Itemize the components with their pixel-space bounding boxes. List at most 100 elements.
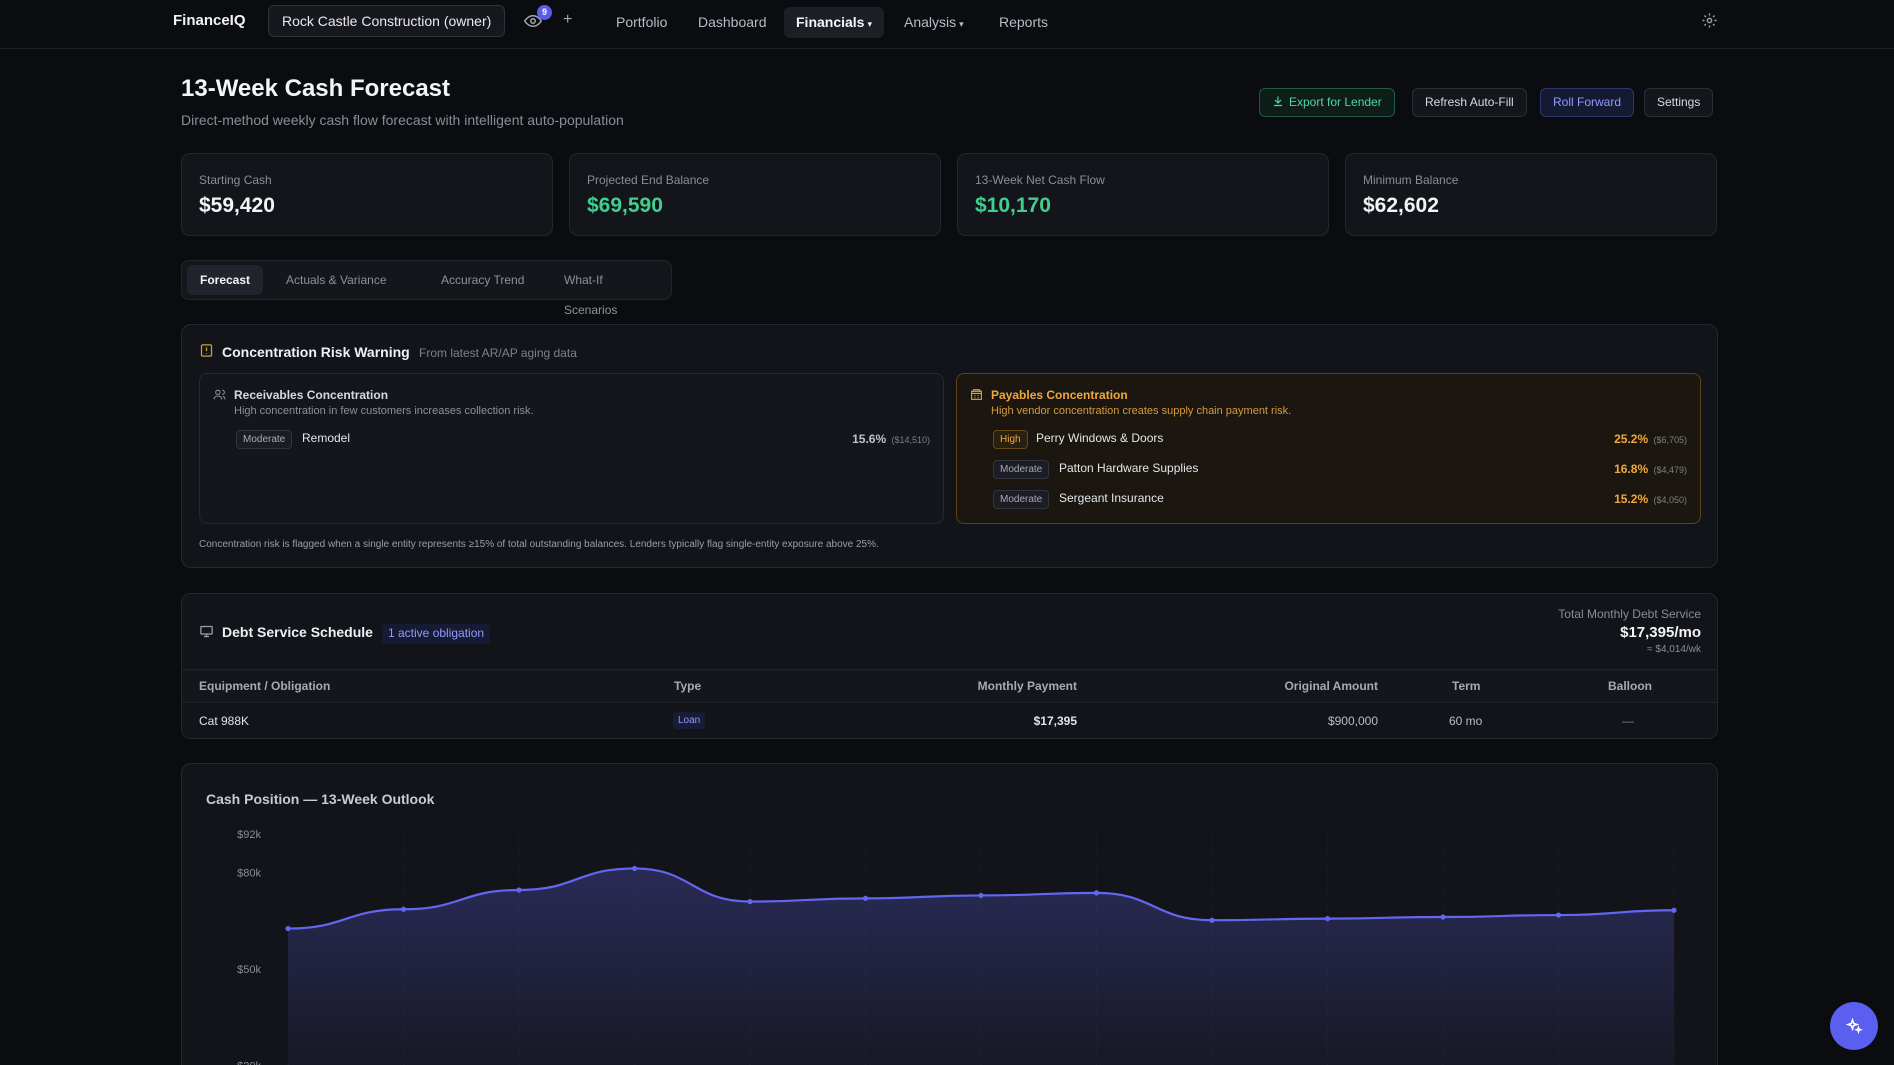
- receivables-title: Receivables Concentration: [234, 388, 388, 402]
- payables-title: Payables Concentration: [991, 388, 1128, 402]
- page-subtitle: Direct-method weekly cash flow forecast …: [181, 112, 624, 128]
- col-equipment: Equipment / Obligation: [199, 679, 330, 693]
- total-debt-weekly: ≈ $4,014/wk: [1647, 644, 1701, 655]
- list-item: High Perry Windows & Doors 25.2% ($6,705…: [993, 430, 1687, 450]
- list-item: Moderate Sergeant Insurance 15.2% ($4,05…: [993, 490, 1687, 510]
- building-icon: [970, 388, 983, 401]
- risk-badge: Moderate: [236, 430, 292, 449]
- nav-financials-label: Financials: [796, 14, 864, 30]
- risk-badge: High: [993, 430, 1028, 449]
- data-point: [1094, 890, 1099, 895]
- cell-equipment: Cat 988K: [199, 714, 249, 728]
- cell-monthly-payment: $17,395: [1034, 714, 1077, 728]
- risk-title: Concentration Risk Warning: [222, 344, 410, 360]
- card-label: 13-Week Net Cash Flow: [975, 173, 1105, 187]
- cell-balloon: —: [1622, 714, 1634, 728]
- data-point: [747, 899, 752, 904]
- tab-actuals-variance[interactable]: Actuals & Variance: [273, 265, 400, 295]
- type-badge: Loan: [673, 712, 705, 729]
- summary-card-net-cash-flow: 13-Week Net Cash Flow $10,170: [957, 153, 1329, 236]
- concentration-risk-panel: Concentration Risk Warning From latest A…: [181, 324, 1718, 568]
- debt-table-header: Equipment / Obligation Type Monthly Paym…: [182, 669, 1717, 703]
- data-point: [1209, 918, 1214, 923]
- debt-title: Debt Service Schedule: [222, 624, 373, 640]
- payables-concentration: Payables Concentration High vendor conce…: [956, 373, 1701, 524]
- brand-logo[interactable]: FinanceIQ: [173, 12, 246, 29]
- entity-share: 15.2% ($4,050): [1614, 492, 1687, 506]
- card-label: Minimum Balance: [1363, 173, 1458, 187]
- forecast-tabs: Forecast Actuals & Variance Accuracy Tre…: [181, 260, 672, 300]
- receivables-concentration: Receivables Concentration High concentra…: [199, 373, 944, 524]
- entity-share: 15.6% ($14,510): [852, 432, 930, 446]
- ai-assistant-button[interactable]: [1830, 1002, 1878, 1050]
- page-title: 13-Week Cash Forecast: [181, 75, 450, 103]
- warning-shield-icon: [199, 343, 214, 358]
- tab-what-if-scenarios[interactable]: What-If Scenarios: [551, 265, 671, 295]
- watch-count-badge: 9: [537, 5, 552, 20]
- data-point: [863, 896, 868, 901]
- nav-analysis[interactable]: Analysis▾: [892, 7, 976, 38]
- total-debt-label: Total Monthly Debt Service: [1558, 607, 1701, 621]
- refresh-auto-fill-button[interactable]: Refresh Auto-Fill: [1412, 88, 1527, 117]
- sparkles-icon: [1845, 1017, 1863, 1035]
- cash-position-chart: $92k$80k$50k$20k: [182, 764, 1719, 1065]
- data-point: [285, 926, 290, 931]
- top-nav: FinanceIQ Rock Castle Construction (owne…: [0, 0, 1894, 49]
- entity-pct: 15.2%: [1614, 492, 1648, 506]
- export-for-lender-button[interactable]: Export for Lender: [1259, 88, 1395, 117]
- summary-card-starting-cash: Starting Cash $59,420: [181, 153, 553, 236]
- card-value: $59,420: [199, 194, 275, 218]
- company-selector[interactable]: Rock Castle Construction (owner): [268, 5, 505, 37]
- nav-dashboard[interactable]: Dashboard: [686, 7, 779, 38]
- data-point: [1671, 908, 1676, 913]
- card-value: $69,590: [587, 194, 663, 218]
- data-point: [516, 887, 521, 892]
- download-icon: [1272, 95, 1284, 107]
- entity-pct: 15.6%: [852, 432, 886, 446]
- entity-name: Patton Hardware Supplies: [1059, 461, 1198, 475]
- roll-forward-button[interactable]: Roll Forward: [1540, 88, 1634, 117]
- y-tick-label: $92k: [237, 829, 261, 841]
- nav-reports[interactable]: Reports: [987, 7, 1060, 38]
- entity-name: Sergeant Insurance: [1059, 491, 1164, 505]
- col-original-amount: Original Amount: [1284, 679, 1378, 693]
- users-icon: [213, 388, 226, 401]
- col-term: Term: [1452, 679, 1480, 693]
- cell-term: 60 mo: [1449, 714, 1482, 728]
- cell-original-amount: $900,000: [1328, 714, 1378, 728]
- entity-amount: ($4,479): [1653, 465, 1687, 475]
- monitor-icon: [199, 624, 214, 639]
- table-row[interactable]: Cat 988K Loan $17,395 $900,000 60 mo —: [182, 703, 1717, 739]
- tab-forecast[interactable]: Forecast: [187, 265, 263, 295]
- entity-amount: ($4,050): [1653, 495, 1687, 505]
- entity-amount: ($6,705): [1653, 435, 1687, 445]
- y-tick-label: $80k: [237, 868, 261, 880]
- receivables-subtitle: High concentration in few customers incr…: [234, 405, 534, 417]
- list-item: Moderate Patton Hardware Supplies 16.8% …: [993, 460, 1687, 480]
- debt-service-panel: Debt Service Schedule 1 active obligatio…: [181, 593, 1718, 739]
- tab-accuracy-trend[interactable]: Accuracy Trend: [428, 265, 537, 295]
- card-value: $10,170: [975, 194, 1051, 218]
- nav-financials[interactable]: Financials▾: [784, 7, 884, 38]
- data-point: [1440, 914, 1445, 919]
- risk-footnote: Concentration risk is flagged when a sin…: [199, 539, 879, 550]
- risk-badge: Moderate: [993, 490, 1049, 509]
- data-point: [401, 907, 406, 912]
- nav-portfolio[interactable]: Portfolio: [604, 7, 679, 38]
- col-type: Type: [674, 679, 701, 693]
- entity-name: Perry Windows & Doors: [1036, 431, 1163, 445]
- settings-button[interactable]: Settings: [1644, 88, 1713, 117]
- card-label: Projected End Balance: [587, 173, 709, 187]
- chevron-down-icon: ▾: [959, 19, 964, 29]
- total-debt-value: $17,395/mo: [1620, 624, 1701, 641]
- add-icon[interactable]: +: [563, 11, 572, 29]
- entity-pct: 25.2%: [1614, 432, 1648, 446]
- col-monthly-payment: Monthly Payment: [978, 679, 1077, 693]
- card-value: $62,602: [1363, 194, 1439, 218]
- card-label: Starting Cash: [199, 173, 272, 187]
- gear-icon[interactable]: [1701, 12, 1718, 29]
- data-point: [632, 866, 637, 871]
- entity-pct: 16.8%: [1614, 462, 1648, 476]
- chevron-down-icon: ▾: [867, 19, 872, 29]
- risk-badge: Moderate: [993, 460, 1049, 479]
